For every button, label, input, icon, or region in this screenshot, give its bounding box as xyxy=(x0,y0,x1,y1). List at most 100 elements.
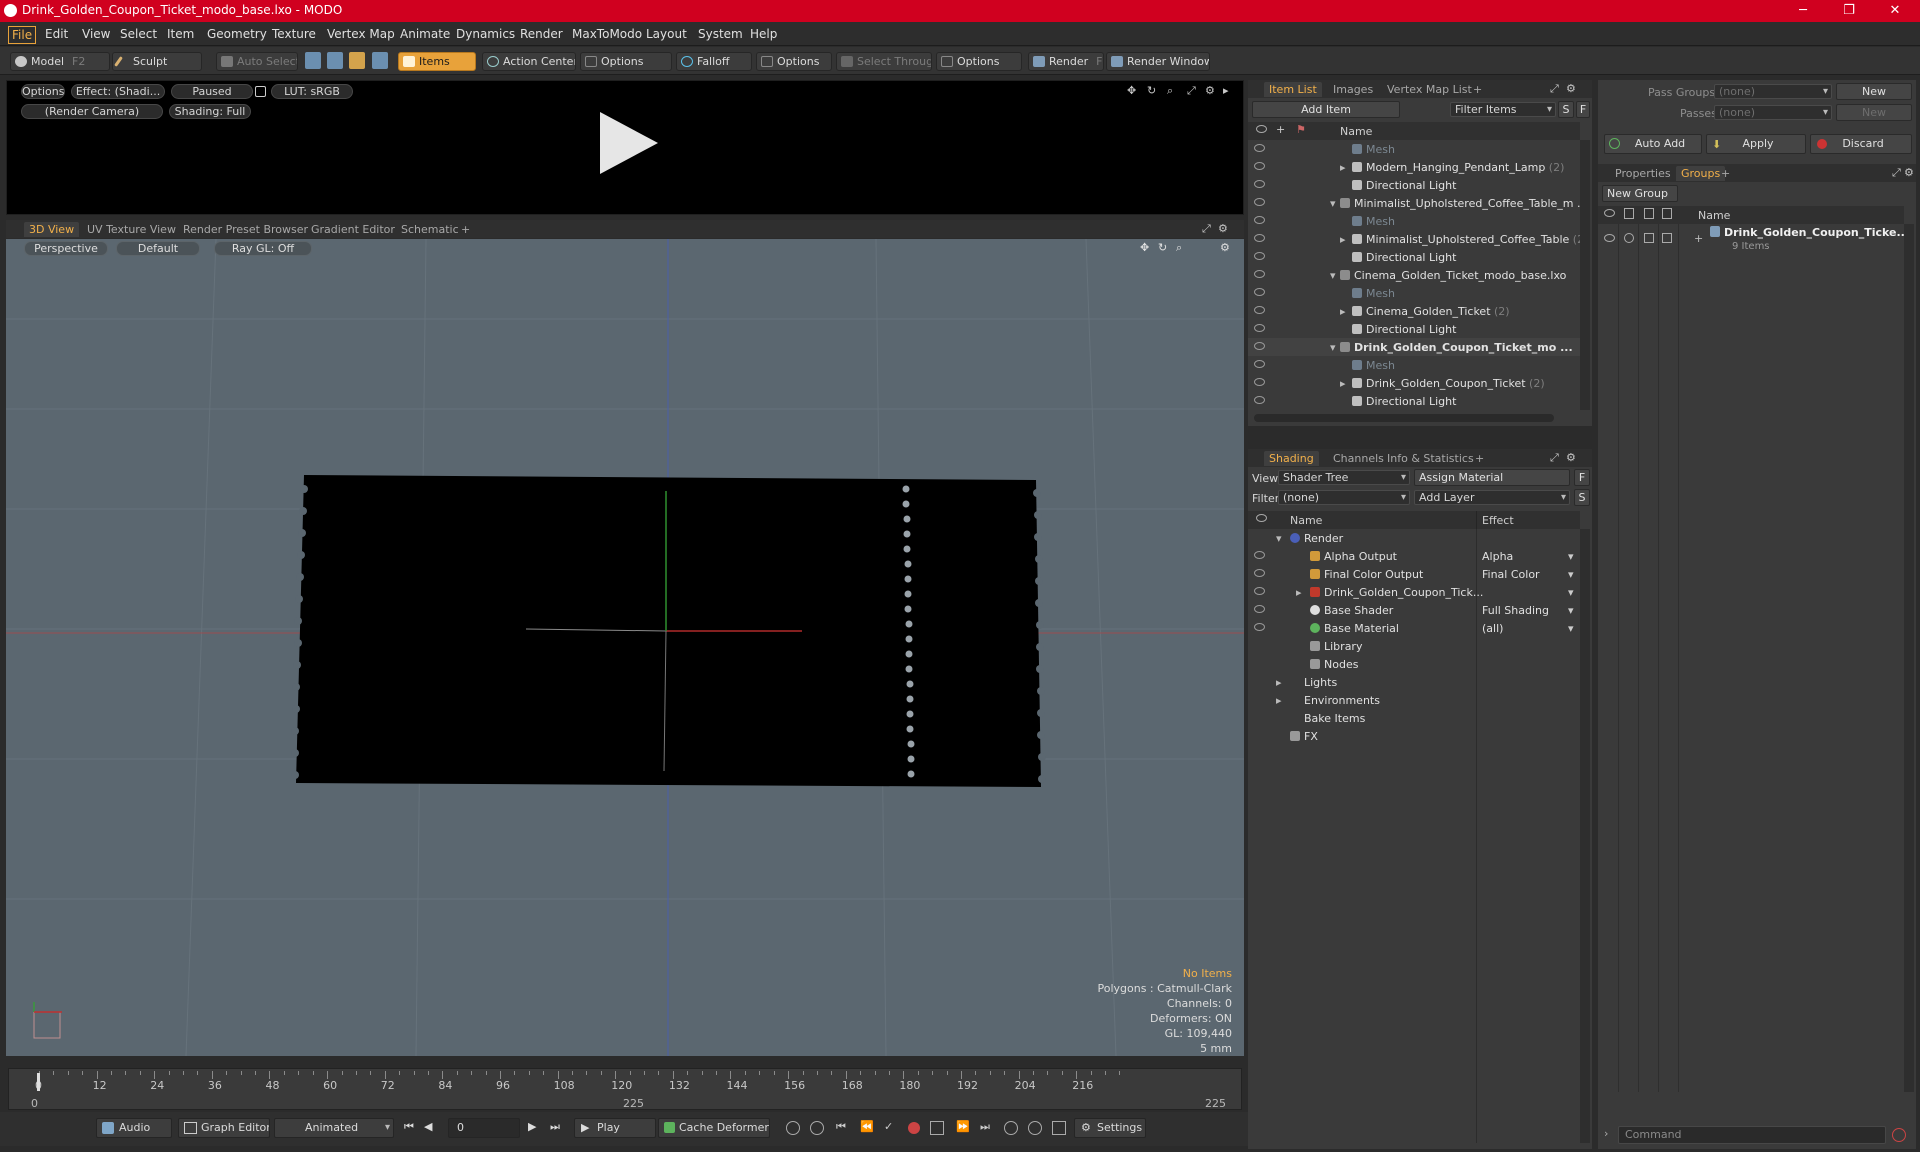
timeline-ruler[interactable]: 0122436486072849610812013214415616818019… xyxy=(9,1069,1243,1093)
menu-layout[interactable]: Layout xyxy=(643,26,690,42)
animated-dropdown[interactable]: Animated xyxy=(274,1118,394,1138)
tab-properties[interactable]: Properties xyxy=(1610,166,1676,181)
add-tab-button[interactable]: + xyxy=(1716,166,1735,181)
item-row[interactable]: Mesh xyxy=(1248,356,1580,374)
tab-uv-texture-view[interactable]: UV Texture View xyxy=(82,222,181,237)
items-mode-button[interactable]: Items xyxy=(398,52,476,71)
item-row[interactable]: ▸ Modern_Hanging_Pendant_Lamp (2) xyxy=(1248,158,1580,176)
tab-gradient-editor[interactable]: Gradient Editor xyxy=(306,222,400,237)
record-icon[interactable] xyxy=(908,1122,920,1134)
command-input[interactable]: Command xyxy=(1618,1126,1886,1144)
new-pass-button[interactable]: New xyxy=(1836,104,1912,121)
item-list-scrollbar[interactable] xyxy=(1580,140,1590,410)
action-center-options-button[interactable]: Options xyxy=(580,52,672,71)
gear-icon[interactable]: ⚙ xyxy=(1220,241,1230,254)
prev-key-2-icon[interactable]: ⏪ xyxy=(860,1120,874,1133)
gear-icon[interactable]: ⚙ xyxy=(1205,84,1215,97)
gear-icon[interactable]: ⚙ xyxy=(1566,82,1576,95)
pass-groups-dropdown[interactable]: (none) xyxy=(1714,84,1832,99)
lock-toggle-icon[interactable] xyxy=(1644,233,1654,243)
new-group-button[interactable]: New Group xyxy=(1602,185,1678,202)
shader-row[interactable]: Final Color Output Final Color ▾ xyxy=(1248,565,1580,583)
item-row[interactable]: Mesh xyxy=(1248,284,1580,302)
expand-icon[interactable]: ▸ xyxy=(1340,161,1346,174)
perspective-dropdown[interactable]: Perspective xyxy=(24,241,108,256)
arrow-right-icon[interactable]: ▸ xyxy=(1223,84,1229,97)
effect-dropdown-icon[interactable]: ▾ xyxy=(1568,622,1574,635)
pan-icon[interactable]: ✥ xyxy=(1127,84,1136,97)
frame-options-icon[interactable] xyxy=(1052,1121,1066,1135)
polygons-mode-icon[interactable] xyxy=(349,52,365,69)
eye-icon[interactable] xyxy=(1254,342,1265,350)
preview-options-button[interactable]: Options xyxy=(21,84,65,99)
expand-icon[interactable]: ▸ xyxy=(1340,305,1346,318)
shader-row[interactable]: Nodes xyxy=(1248,655,1580,673)
tab-item-list[interactable]: Item List xyxy=(1264,82,1322,97)
item-row[interactable]: ▸ Cinema_Golden_Ticket (2) xyxy=(1248,302,1580,320)
eye-icon[interactable] xyxy=(1254,306,1265,314)
expand-icon[interactable]: ▸ xyxy=(1340,233,1346,246)
menu-texture[interactable]: Texture xyxy=(269,26,319,42)
menu-item[interactable]: Item xyxy=(164,26,197,42)
tab-vertex-map-list[interactable]: Vertex Map List xyxy=(1382,82,1477,97)
menu-system[interactable]: System xyxy=(695,26,746,42)
next-key-icon[interactable]: ⏩ xyxy=(956,1120,970,1133)
menu-vertex-map[interactable]: Vertex Map xyxy=(324,26,398,42)
tab-render-preset-browser[interactable]: Render Preset Browser xyxy=(178,222,313,237)
effect-dropdown-icon[interactable]: ▾ xyxy=(1568,604,1574,617)
add-tab-button[interactable]: + xyxy=(1470,451,1489,466)
add-tab-button[interactable]: + xyxy=(456,222,475,237)
gear-icon[interactable]: ⚙ xyxy=(1218,222,1228,235)
add-layer-dropdown[interactable]: Add Layer xyxy=(1414,490,1570,505)
shader-tree-scrollbar[interactable] xyxy=(1580,529,1590,1143)
menu-render[interactable]: Render xyxy=(517,26,566,42)
apply-button[interactable]: ⬇ Apply xyxy=(1706,134,1806,154)
key-all-icon[interactable] xyxy=(810,1121,824,1135)
shading-dropdown[interactable]: Shading: Full xyxy=(169,104,251,119)
effect-dropdown-icon[interactable]: ▾ xyxy=(1568,568,1574,581)
eye-icon[interactable] xyxy=(1254,396,1265,404)
auto-key-icon[interactable]: ✓ xyxy=(884,1120,893,1133)
falloff-button[interactable]: Falloff xyxy=(676,52,752,71)
shader-row[interactable]: ▾ Render xyxy=(1248,529,1580,547)
maximize-icon[interactable]: ⤢ xyxy=(1202,222,1211,236)
collapse-icon[interactable]: ▾ xyxy=(1330,269,1336,282)
pan-icon[interactable]: ✥ xyxy=(1140,241,1149,254)
item-row[interactable]: Directional Light xyxy=(1248,392,1580,410)
item-row[interactable]: ▾ Minimalist_Upholstered_Coffee_Table_m .… xyxy=(1248,194,1580,212)
shader-row[interactable]: ▸ Environments xyxy=(1248,691,1580,709)
expand-icon[interactable]: ▸ xyxy=(1276,694,1282,707)
lut-dropdown[interactable]: LUT: sRGB xyxy=(271,84,353,99)
step-back-icon[interactable]: ◀ xyxy=(424,1120,432,1133)
link-icon[interactable] xyxy=(1004,1121,1018,1135)
preview-paused-button[interactable]: Paused xyxy=(171,84,253,99)
frame-field[interactable]: 0 xyxy=(448,1118,520,1138)
graph-editor-button[interactable]: Graph Editor xyxy=(178,1118,270,1138)
eye-icon[interactable] xyxy=(1254,587,1265,595)
menu-help[interactable]: Help xyxy=(747,26,780,42)
prev-key-icon[interactable]: ⏮ xyxy=(836,1120,846,1134)
render-window-button[interactable]: Render Window xyxy=(1106,52,1210,71)
eye-icon[interactable] xyxy=(1254,623,1265,631)
next-key-2-icon[interactable]: ⏭ xyxy=(980,1120,990,1134)
eye-icon[interactable] xyxy=(1254,216,1265,224)
raygl-dropdown[interactable]: Ray GL: Off xyxy=(214,241,312,256)
add-tab-button[interactable]: + xyxy=(1468,82,1487,97)
auto-add-button[interactable]: Auto Add xyxy=(1604,134,1702,154)
sculpt-mode-button[interactable]: Sculpt xyxy=(112,52,202,71)
filter-dropdown[interactable]: (none) xyxy=(1278,490,1410,505)
select-toggle-icon[interactable] xyxy=(1662,233,1672,243)
eye-icon[interactable] xyxy=(1254,162,1265,170)
s-toggle[interactable]: S xyxy=(1574,489,1590,506)
tab-3d-view[interactable]: 3D View xyxy=(24,222,80,237)
collapse-icon[interactable]: ▾ xyxy=(1330,341,1336,354)
eye-icon[interactable] xyxy=(1254,288,1265,296)
eye-icon[interactable] xyxy=(1254,234,1265,242)
tab-info-statistics[interactable]: Info & Statistics xyxy=(1382,451,1479,466)
keyframe-icon[interactable] xyxy=(930,1121,944,1135)
eye-icon[interactable] xyxy=(1254,605,1265,613)
refresh-icon[interactable] xyxy=(1028,1121,1042,1135)
vertices-mode-icon[interactable] xyxy=(305,52,321,69)
item-row[interactable]: ▾ Cinema_Golden_Ticket_modo_base.lxo xyxy=(1248,266,1580,284)
menu-view[interactable]: View xyxy=(79,26,113,42)
